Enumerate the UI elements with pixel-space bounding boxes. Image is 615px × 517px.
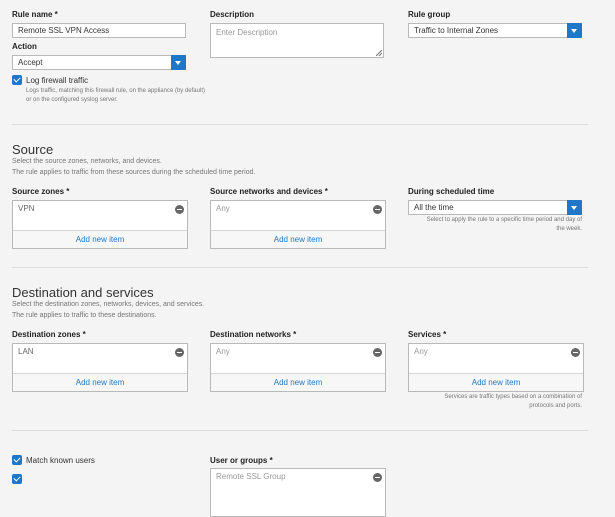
- resize-handle-icon[interactable]: [376, 50, 382, 56]
- source-desc-2: The rule applies to traffic from these s…: [12, 169, 256, 176]
- source-zones-list: VPN Add new item: [12, 200, 188, 249]
- services-list: Any Add new item: [408, 343, 584, 392]
- list-item[interactable]: Any: [216, 204, 230, 213]
- schedule-select[interactable]: All the time: [408, 200, 582, 215]
- user-groups-list: Remote SSL Group: [210, 468, 386, 517]
- add-source-network-button[interactable]: Add new item: [211, 230, 385, 248]
- user-groups-label: User or groups *: [210, 456, 273, 465]
- list-item[interactable]: Any: [216, 347, 230, 356]
- description-label: Description: [210, 10, 255, 19]
- source-desc-1: Select the source zones, networks, and d…: [12, 158, 162, 165]
- divider: [12, 267, 588, 268]
- list-item[interactable]: Any: [414, 347, 428, 356]
- destination-desc-1: Select the destination zones, networks, …: [12, 301, 205, 308]
- description-placeholder: Enter Description: [216, 28, 278, 37]
- schedule-help: Select to apply the rule to a specific t…: [426, 217, 582, 232]
- match-users-checkbox[interactable]: [12, 455, 22, 465]
- action-value: Accept: [18, 58, 43, 67]
- add-destination-zone-button[interactable]: Add new item: [13, 373, 187, 391]
- divider: [12, 124, 588, 125]
- destination-networks-list: Any Add new item: [210, 343, 386, 392]
- destination-zones-list: LAN Add new item: [12, 343, 188, 392]
- remove-icon[interactable]: [373, 473, 382, 482]
- log-traffic-help: Logs traffic, matching this firewall rul…: [26, 88, 205, 103]
- chevron-down-icon[interactable]: [567, 200, 582, 215]
- schedule-value: All the time: [414, 203, 454, 212]
- destination-desc-2: The rule applies to traffic to these des…: [12, 312, 157, 319]
- services-label: Services *: [408, 330, 447, 339]
- list-item[interactable]: VPN: [18, 204, 34, 213]
- services-help: Services are traffic types based on a co…: [444, 394, 582, 409]
- description-textarea[interactable]: Enter Description: [210, 23, 384, 58]
- destination-networks-label: Destination networks *: [210, 330, 297, 339]
- action-select[interactable]: Accept: [12, 55, 186, 70]
- list-item[interactable]: LAN: [18, 347, 34, 356]
- remove-icon[interactable]: [373, 205, 382, 214]
- divider: [12, 430, 588, 431]
- rule-group-select[interactable]: Traffic to Internal Zones: [408, 23, 582, 38]
- rule-name-label: Rule name *: [12, 10, 58, 19]
- log-traffic-checkbox[interactable]: [12, 75, 22, 85]
- remove-icon[interactable]: [175, 205, 184, 214]
- match-users-label: Match known users: [26, 456, 95, 465]
- remove-icon[interactable]: [175, 348, 184, 357]
- remove-icon[interactable]: [571, 348, 580, 357]
- remove-icon[interactable]: [373, 348, 382, 357]
- source-zones-label: Source zones *: [12, 187, 70, 196]
- chevron-down-icon[interactable]: [171, 55, 186, 70]
- action-label: Action: [12, 42, 37, 51]
- schedule-label: During scheduled time: [408, 187, 495, 196]
- add-source-zone-button[interactable]: Add new item: [13, 230, 187, 248]
- add-destination-network-button[interactable]: Add new item: [211, 373, 385, 391]
- source-networks-label: Source networks and devices *: [210, 187, 328, 196]
- source-section-title: Source: [12, 142, 54, 157]
- secondary-checkbox[interactable]: [12, 474, 22, 484]
- destination-section-title: Destination and services: [12, 285, 154, 300]
- rule-group-value: Traffic to Internal Zones: [414, 26, 499, 35]
- source-networks-list: Any Add new item: [210, 200, 386, 249]
- destination-zones-label: Destination zones *: [12, 330, 86, 339]
- add-service-button[interactable]: Add new item: [409, 373, 583, 391]
- rule-name-input[interactable]: Remote SSL VPN Access: [12, 23, 186, 38]
- chevron-down-icon[interactable]: [567, 23, 582, 38]
- rule-group-label: Rule group: [408, 10, 451, 19]
- log-traffic-label: Log firewall traffic: [26, 76, 89, 85]
